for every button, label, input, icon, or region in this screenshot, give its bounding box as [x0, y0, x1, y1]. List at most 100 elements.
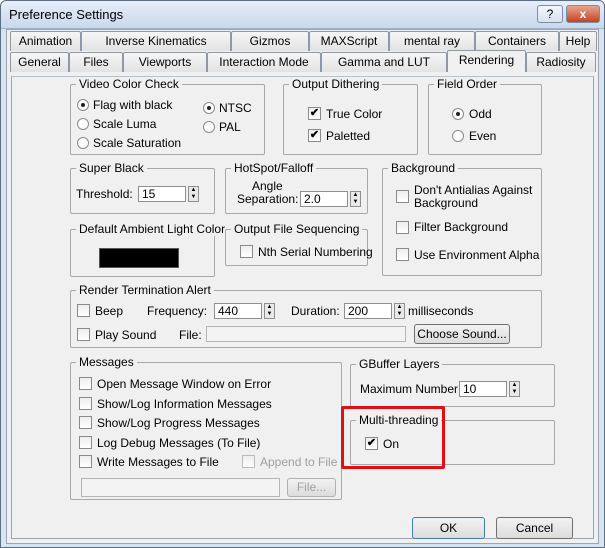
flag-with-black-radio[interactable] [77, 99, 89, 111]
ok-button[interactable]: OK [412, 517, 485, 539]
beep-checkbox[interactable] [77, 304, 90, 317]
tab-help[interactable]: Help [559, 31, 597, 51]
background-title: Background [388, 161, 459, 175]
frequency-input[interactable]: 440 [214, 303, 262, 319]
scale-saturation-radio[interactable] [77, 137, 89, 149]
odd-label: Odd [469, 107, 492, 121]
title-bar: Preference Settings ? x [1, 1, 604, 29]
log-debug-checkbox[interactable] [79, 436, 92, 449]
ntsc-label: NTSC [219, 101, 252, 115]
play-sound-checkbox[interactable] [77, 328, 90, 341]
duration-spinner[interactable]: ▲ ▼ [394, 303, 405, 319]
beep-label: Beep [95, 304, 124, 318]
tab-radiosity[interactable]: Radiosity [526, 52, 596, 72]
log-information-checkbox[interactable] [79, 397, 92, 410]
messages-title: Messages [76, 355, 137, 369]
window-title: Preference Settings [9, 7, 124, 22]
dont-antialias-checkbox[interactable] [396, 190, 409, 203]
tab-containers[interactable]: Containers [475, 31, 559, 51]
file-label: File: [179, 328, 202, 342]
filter-background-label: Filter Background [414, 220, 509, 234]
close-button[interactable]: x [566, 5, 600, 23]
cancel-button[interactable]: Cancel [496, 517, 573, 539]
gbuffer-layers-title: GBuffer Layers [356, 357, 443, 371]
super-black-title: Super Black [76, 161, 147, 175]
output-file-sequencing-group: Output File Sequencing Nth Serial Number… [225, 222, 373, 266]
sound-file-field[interactable] [206, 326, 406, 342]
scale-luma-radio[interactable] [77, 118, 89, 130]
tab-files[interactable]: Files [69, 52, 123, 72]
tab-gizmos[interactable]: Gizmos [231, 31, 309, 51]
scale-saturation-label: Scale Saturation [93, 136, 182, 150]
play-sound-label: Play Sound [95, 328, 157, 342]
messages-file-field[interactable] [81, 478, 280, 497]
messages-file-button[interactable]: File... [287, 478, 336, 497]
tab-maxscript[interactable]: MAXScript [309, 31, 389, 51]
maximum-number-input[interactable]: 10 [459, 381, 507, 397]
tab-interaction-mode[interactable]: Interaction Mode [207, 52, 321, 72]
render-termination-alert-title: Render Termination Alert [76, 283, 214, 297]
choose-sound-button[interactable]: Choose Sound... [414, 324, 510, 344]
video-color-check-title: Video Color Check [76, 77, 182, 91]
frequency-spinner[interactable]: ▲ ▼ [264, 303, 275, 319]
frequency-label: Frequency: [147, 304, 208, 318]
duration-input[interactable]: 200 [344, 303, 392, 319]
help-button[interactable]: ? [537, 5, 563, 23]
ambient-color-swatch[interactable] [99, 248, 179, 268]
tab-general[interactable]: General [10, 52, 69, 72]
tab-rendering[interactable]: Rendering [447, 50, 526, 72]
dialog-client: Animation Inverse Kinematics Gizmos MAXS… [6, 29, 599, 544]
append-to-file-checkbox[interactable] [242, 455, 255, 468]
log-information-label: Show/Log Information Messages [97, 397, 272, 411]
pal-label: PAL [219, 120, 241, 134]
tab-gamma-and-lut[interactable]: Gamma and LUT [321, 52, 447, 72]
even-radio[interactable] [452, 130, 464, 142]
log-progress-checkbox[interactable] [79, 416, 92, 429]
filter-background-checkbox[interactable] [396, 221, 409, 234]
separation-spinner[interactable]: ▲ ▼ [350, 191, 361, 207]
separation-input[interactable]: 2.0 [300, 191, 348, 207]
even-label: Even [469, 129, 497, 143]
milliseconds-label: milliseconds [408, 304, 474, 318]
flag-with-black-label: Flag with black [93, 98, 173, 112]
super-black-group: Super Black Threshold: 15 ▲ ▼ [70, 161, 215, 214]
dont-antialias-label: Don't Antialias Against Background [414, 183, 533, 210]
threshold-input[interactable]: 15 [138, 186, 186, 202]
log-debug-label: Log Debug Messages (To File) [97, 436, 261, 450]
tab-animation[interactable]: Animation [10, 31, 81, 51]
ntsc-radio[interactable] [203, 102, 215, 114]
use-environment-alpha-checkbox[interactable] [396, 248, 409, 261]
background-group: Background Don't Antialias Against Backg… [382, 161, 542, 276]
nth-serial-label: Nth Serial Numbering [258, 245, 373, 259]
duration-label: Duration: [291, 304, 340, 318]
write-messages-checkbox[interactable] [79, 455, 92, 468]
angle-label: Angle [252, 179, 283, 193]
output-file-sequencing-title: Output File Sequencing [231, 222, 363, 236]
tab-inverse-kinematics[interactable]: Inverse Kinematics [81, 31, 231, 51]
field-order-group: Field Order Odd Even [428, 77, 542, 155]
nth-serial-checkbox[interactable] [240, 245, 253, 258]
write-messages-label: Write Messages to File [97, 455, 219, 469]
open-message-window-checkbox[interactable] [79, 377, 92, 390]
threshold-label: Threshold: [76, 187, 133, 201]
preference-settings-window: Preference Settings ? x Animation Invers… [0, 0, 605, 548]
odd-radio[interactable] [452, 108, 464, 120]
pal-radio[interactable] [203, 121, 215, 133]
hotspot-falloff-title: HotSpot/Falloff [231, 161, 317, 175]
ambient-light-group: Default Ambient Light Color [70, 222, 229, 277]
paletted-label: Paletted [326, 129, 371, 143]
tab-viewports[interactable]: Viewports [123, 52, 207, 72]
maximum-number-spinner[interactable]: ▲ ▼ [509, 381, 520, 397]
separation-label: Separation: [237, 192, 299, 206]
video-color-check-group: Video Color Check Flag with black Scale … [70, 77, 265, 155]
use-environment-alpha-label: Use Environment Alpha [414, 248, 540, 262]
gbuffer-layers-group: GBuffer Layers Maximum Number: 10 ▲ ▼ [350, 357, 555, 407]
rendering-panel: Video Color Check Flag with black Scale … [11, 76, 594, 539]
tab-mental-ray[interactable]: mental ray [389, 31, 475, 51]
hotspot-falloff-group: HotSpot/Falloff Angle Separation: 2.0 ▲ ▼ [225, 161, 368, 214]
paletted-checkbox[interactable]: ✔ [308, 129, 321, 142]
log-progress-label: Show/Log Progress Messages [97, 416, 260, 430]
append-to-file-label: Append to File [260, 455, 338, 469]
threshold-spinner[interactable]: ▲ ▼ [188, 186, 199, 202]
true-color-checkbox[interactable]: ✔ [308, 107, 321, 120]
